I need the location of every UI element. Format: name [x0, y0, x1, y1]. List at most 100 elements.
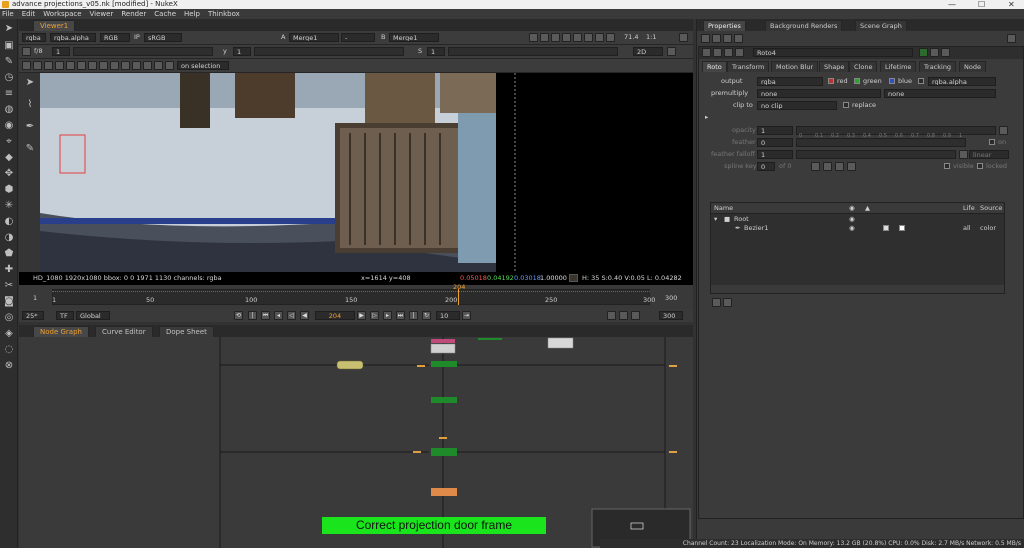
image-icon[interactable]: ▣ [3, 40, 15, 51]
roi-dropdown[interactable]: on selection [177, 61, 229, 70]
replace-checkbox[interactable] [843, 102, 849, 108]
composite-dropdown[interactable]: - [341, 33, 375, 42]
delete-spline-key-button[interactable] [847, 162, 856, 171]
metadata-icon[interactable]: ⬟ [3, 248, 15, 259]
tab-scene-graph[interactable]: Scene Graph [855, 20, 907, 31]
tab-node[interactable]: Node [959, 61, 986, 72]
tab-node-graph[interactable]: Node Graph [33, 326, 89, 337]
node-revert-button[interactable] [919, 48, 928, 57]
play-forward-button[interactable]: ▶ [357, 311, 366, 320]
current-frame-field[interactable]: 204 [315, 311, 355, 320]
menu-render[interactable]: Render [121, 10, 146, 18]
menu-thinkbox[interactable]: Thinkbox [208, 10, 240, 18]
step-forward-button[interactable]: ▷ [370, 311, 379, 320]
step-field[interactable]: 10 [436, 311, 460, 320]
transform-icon[interactable]: ✥ [3, 168, 15, 179]
viewer-settings-button[interactable] [679, 33, 688, 42]
roi-button[interactable] [551, 33, 560, 42]
viewer-tool-2[interactable] [33, 61, 42, 70]
visible-checkbox[interactable] [944, 163, 950, 169]
tab-tracking[interactable]: Tracking [919, 61, 957, 72]
node-name-field[interactable]: Roto4 [753, 48, 913, 57]
viewer-tool-4[interactable] [55, 61, 64, 70]
tab-background-renders[interactable]: Background Renders [765, 20, 843, 31]
maximize-button[interactable]: ☐ [978, 0, 985, 9]
remove-shape-button[interactable] [723, 298, 732, 307]
feather-field[interactable]: 0 [757, 138, 793, 147]
view-mode-dropdown[interactable]: 2D [633, 47, 663, 56]
shape-list-scrollbar[interactable] [711, 285, 1004, 293]
timeline[interactable]: 1 1 50 100 150 200 250 300 204 300 [19, 283, 693, 309]
furnace-icon[interactable]: ◙ [3, 296, 15, 307]
flipbook-button[interactable] [631, 311, 640, 320]
color-icon[interactable]: ◍ [3, 104, 15, 115]
premultiply2-dropdown[interactable]: none [884, 89, 996, 98]
end-frame-field[interactable]: 300 [659, 311, 683, 320]
first-frame-button[interactable]: ⏮ [261, 311, 270, 320]
clipping-button[interactable] [562, 33, 571, 42]
max-panels-button[interactable] [701, 34, 710, 43]
node-close-button[interactable] [941, 48, 950, 57]
viewer-tool-10[interactable] [121, 61, 130, 70]
fps-dropdown[interactable]: 25* [22, 311, 44, 320]
gain-field[interactable]: 1 [52, 47, 70, 56]
red-checkbox[interactable] [828, 78, 834, 84]
bezier1-visible-icon[interactable]: ◉ [849, 224, 855, 233]
clipto-dropdown[interactable]: no clip [757, 101, 837, 110]
close-button[interactable]: ✕ [1008, 0, 1015, 9]
lock-panel-button[interactable] [712, 34, 721, 43]
prev-spline-key-button[interactable] [811, 162, 820, 171]
falloff-anim-button[interactable] [959, 150, 968, 159]
menu-edit[interactable]: Edit [22, 10, 36, 18]
green-checkbox[interactable] [854, 78, 860, 84]
opacity-anim-button[interactable] [999, 126, 1008, 135]
other-icon[interactable]: ✂ [3, 280, 15, 291]
viewer-tool-5[interactable] [66, 61, 75, 70]
viewer-tool-6[interactable] [77, 61, 86, 70]
node-help-button[interactable] [735, 48, 744, 57]
tab-properties[interactable]: Properties [703, 20, 746, 31]
feather-on-checkbox[interactable] [989, 139, 995, 145]
layer-dropdown[interactable]: rgba.alpha [50, 33, 96, 42]
node-graph[interactable]: Correct projection door frame [19, 337, 693, 548]
pause-button[interactable] [584, 33, 593, 42]
last-frame-button[interactable]: ⏭ [396, 311, 405, 320]
tab-transform[interactable]: Transform [727, 61, 770, 72]
viewer-tool-9[interactable] [110, 61, 119, 70]
loop-button[interactable]: ⟲ [234, 311, 243, 320]
select-icon[interactable]: ➤ [24, 77, 36, 88]
menu-workspace[interactable]: Workspace [43, 10, 81, 18]
gain-slider[interactable] [73, 47, 213, 56]
add-spline-key-button[interactable] [835, 162, 844, 171]
proxy-toggle-button[interactable] [619, 311, 628, 320]
out-point-button[interactable]: | [409, 311, 418, 320]
viewer-tool-1[interactable] [22, 61, 31, 70]
expand-arrow-icon[interactable]: ▸ [705, 113, 708, 122]
menu-cache[interactable]: Cache [154, 10, 176, 18]
premultiply-dropdown[interactable]: none [757, 89, 881, 98]
views-icon[interactable]: ◑ [3, 232, 15, 243]
splinekey-field[interactable]: 0 [757, 162, 775, 171]
ocula-icon[interactable]: ◎ [3, 312, 15, 323]
node-color-button[interactable] [713, 48, 722, 57]
tab-lifetime[interactable]: Lifetime [880, 61, 917, 72]
clear-panel-button[interactable] [723, 34, 732, 43]
channel-icon[interactable]: ≡ [3, 88, 15, 99]
tab-dope-sheet[interactable]: Dope Sheet [159, 326, 214, 337]
shape-row-root[interactable]: ▾ ■ Root ◉ [711, 215, 1004, 224]
plugin-icon[interactable]: ◌ [3, 344, 15, 355]
lock-button[interactable] [573, 33, 582, 42]
filter-icon[interactable]: ◉ [3, 120, 15, 131]
falloff-slider[interactable] [796, 150, 956, 159]
cache-button[interactable] [607, 311, 616, 320]
deep-icon[interactable]: ◐ [3, 216, 15, 227]
step-back-button[interactable]: ◁ [287, 311, 296, 320]
collapse-node-button[interactable] [702, 48, 711, 57]
next-spline-key-button[interactable] [823, 162, 832, 171]
prev-key-button[interactable]: ◂ [274, 311, 283, 320]
menu-file[interactable]: File [2, 10, 14, 18]
locked-checkbox[interactable] [977, 163, 983, 169]
node-center-button[interactable] [724, 48, 733, 57]
display-dropdown[interactable]: RGB [100, 33, 130, 42]
output-dropdown[interactable]: rgba [757, 77, 823, 86]
